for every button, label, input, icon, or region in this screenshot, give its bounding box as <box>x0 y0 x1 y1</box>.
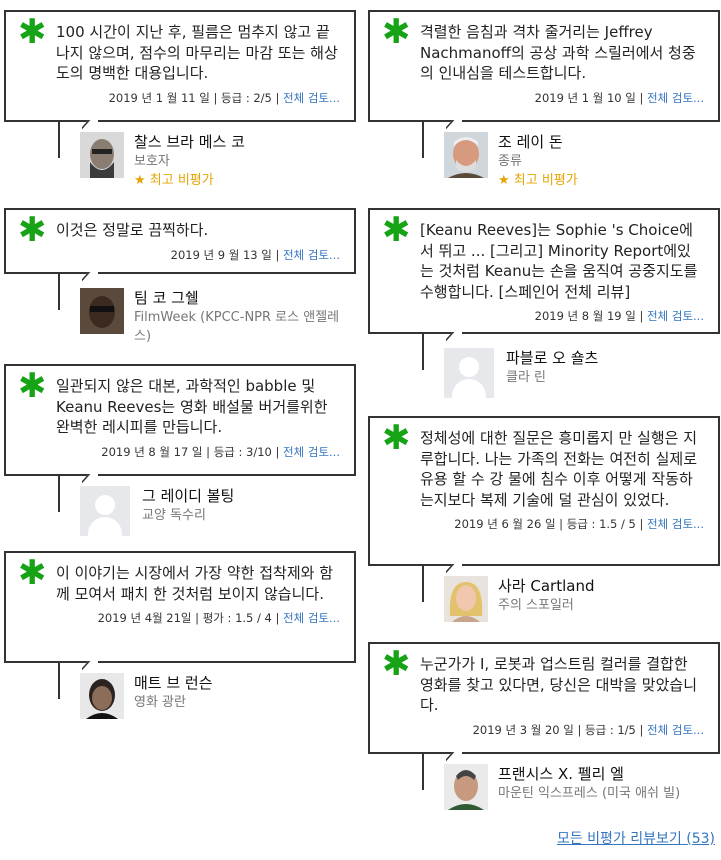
review-bubble: ✱ 격렬한 음침과 격차 줄거리는 Jeffrey Nachmanoff의 공상… <box>368 10 720 158</box>
full-review-link[interactable]: 전체 검토... <box>283 611 340 625</box>
review-meta: 2019 년 6 월 26 일 | 등급 : 1.5 / 5 | 전체 검토..… <box>454 517 704 531</box>
view-all-critic-reviews-link[interactable]: 모든 비평가 리뷰보기 (53) <box>557 828 715 848</box>
critic-publication[interactable]: 마운틴 익스프레스 (미국 애쉬 빌) <box>498 784 721 803</box>
critic-name[interactable]: 찰스 브라 메스 코 <box>134 132 354 152</box>
full-review-link[interactable]: 전체 검토... <box>283 248 340 262</box>
critic-avatar-placeholder[interactable] <box>444 348 494 398</box>
critic-name[interactable]: 그 레이디 볼팅 <box>142 486 362 506</box>
review-quote: 100 시간이 지난 후, 필름은 멈추지 않고 끝나지 않으며, 점수의 마무… <box>56 23 338 82</box>
review-date: 2019 년 9 월 13 일 <box>170 247 272 262</box>
critic-name[interactable]: 파블로 오 숄츠 <box>506 348 721 368</box>
review-bubble: ✱ 100 시간이 지난 후, 필름은 멈추지 않고 끝나지 않으며, 점수의 … <box>4 10 356 158</box>
fresh-splat-icon: ✱ <box>18 366 47 406</box>
review-count[interactable]: (53) <box>686 831 715 847</box>
review-date: 2019 년 6 월 26 일 <box>454 517 556 531</box>
critic-publication[interactable]: 클라 린 <box>506 368 721 387</box>
review-date: 2019 년 8 월 19 일 <box>534 309 636 323</box>
critic-avatar[interactable] <box>444 764 488 810</box>
review-meta: 2019 년 1 월 10 일 | 전체 검토... <box>534 90 704 105</box>
critic-name[interactable]: 매트 브 런슨 <box>134 673 354 693</box>
full-review-link[interactable]: 전체 검토... <box>283 91 340 105</box>
review-card: ✱ 이것은 정말로 끔찍하다. 2019 년 9 월 13 일 | 전체 검토.… <box>4 208 356 344</box>
critic-publication[interactable]: 종류 <box>498 152 718 171</box>
fresh-splat-icon: ✱ <box>18 210 47 250</box>
review-bubble: ✱ 일관되지 않은 대본, 과학적인 babble 및 Keanu Reeves… <box>4 364 356 512</box>
review-rating: 등급 : 1.5 / 5 <box>566 517 636 531</box>
fresh-splat-icon: ✱ <box>18 12 47 52</box>
review-bubble: ✱ 이 이야기는 시장에서 가장 약한 접착제와 함께 모여서 패치 한 것처럼… <box>4 551 356 699</box>
review-rating: 등급 : 1/5 <box>585 722 636 737</box>
full-review-link[interactable]: 전체 검토... <box>647 91 704 105</box>
review-card: ✱ 정체성에 대한 질문은 흥미롭지 만 실행은 지루합니다. 나는 가족의 전… <box>368 416 720 622</box>
review-card: ✱ 격렬한 음침과 격차 줄거리는 Jeffrey Nachmanoff의 공상… <box>368 10 720 188</box>
review-meta: 2019 년 4월 21일 | 평가 : 1.5 / 4 | 전체 검토... <box>97 611 340 625</box>
critic-avatar-placeholder[interactable] <box>80 486 130 536</box>
review-card: ✱ 일관되지 않은 대본, 과학적인 babble 및 Keanu Reeves… <box>4 364 356 536</box>
full-review-link[interactable]: 전체 검토... <box>647 309 704 323</box>
review-quote: 격렬한 음침과 격차 줄거리는 Jeffrey Nachmanoff의 공상 과… <box>420 23 696 82</box>
review-bubble: ✱ [Keanu Reeves]는 Sophie 's Choice에서 뛰고 … <box>368 208 720 370</box>
fresh-splat-icon: ✱ <box>382 418 411 458</box>
review-date: 2019 년 1 월 11 일 <box>108 90 210 105</box>
critic-publication[interactable]: 보호자 <box>134 152 354 171</box>
review-rating: 평가 : 1.5 / 4 <box>202 611 272 625</box>
critic-publication[interactable]: 영화 광란 <box>134 693 354 712</box>
review-quote: 누군가가 I, 로봇과 업스트림 컬러를 결합한 영화를 찾고 있다면, 당신은… <box>420 655 698 714</box>
critic-avatar[interactable] <box>80 132 124 178</box>
review-bubble: ✱ 누군가가 I, 로봇과 업스트림 컬러를 결합한 영화를 찾고 있다면, 당… <box>368 642 720 790</box>
review-meta: 2019 년 3 월 20 일 | 등급 : 1/5 | 전체 검토... <box>472 722 704 737</box>
fresh-splat-icon: ✱ <box>382 12 411 52</box>
review-bubble: ✱ 이것은 정말로 끔찍하다. 2019 년 9 월 13 일 | 전체 검토.… <box>4 208 356 310</box>
fresh-splat-icon: ✱ <box>382 210 411 250</box>
fresh-splat-icon: ✱ <box>382 644 411 684</box>
review-date: 2019 년 1 월 10 일 <box>534 90 636 105</box>
critic-name[interactable]: 팀 코 그쉘 <box>134 288 354 308</box>
review-meta: 2019 년 9 월 13 일 | 전체 검토... <box>170 247 340 262</box>
review-date: 2019 년 8 월 17 일 <box>101 444 203 459</box>
review-quote: 이것은 정말로 끔찍하다. <box>56 221 209 239</box>
critic-avatar[interactable] <box>444 576 488 622</box>
critic-avatar[interactable] <box>444 132 488 178</box>
critic-avatar[interactable] <box>80 288 124 334</box>
full-review-link[interactable]: 전체 검토... <box>647 517 704 531</box>
review-card: ✱ 100 시간이 지난 후, 필름은 멈추지 않고 끝나지 않으며, 점수의 … <box>4 10 356 188</box>
critic-publication[interactable]: FilmWeek (KPCC-NPR 로스 앤젤레스) <box>134 308 354 346</box>
top-critic-badge: ★ 최고 비평가 <box>134 173 214 188</box>
critic-name[interactable]: 사라 Cartland <box>498 576 718 596</box>
review-rating: 등급 : 2/5 <box>221 90 272 105</box>
review-meta: 2019 년 8 월 19 일 | 전체 검토... <box>534 309 704 323</box>
critic-publication[interactable]: 교양 독수리 <box>142 506 362 525</box>
review-quote: 이 이야기는 시장에서 가장 약한 접착제와 함께 모여서 패치 한 것처럼 보… <box>56 564 334 603</box>
review-meta: 2019 년 1 월 11 일 | 등급 : 2/5 | 전체 검토... <box>108 90 340 105</box>
review-bubble: ✱ 정체성에 대한 질문은 흥미롭지 만 실행은 지루합니다. 나는 가족의 전… <box>368 416 720 602</box>
full-review-link[interactable]: 전체 검토... <box>647 723 704 737</box>
critic-publication[interactable]: 주의 스포일러 <box>498 596 718 615</box>
review-quote: 일관되지 않은 대본, 과학적인 babble 및 Keanu Reeves는 … <box>56 377 328 436</box>
full-review-link[interactable]: 전체 검토... <box>283 445 340 459</box>
review-meta: 2019 년 8 월 17 일 | 등급 : 3/10 | 전체 검토... <box>101 444 340 459</box>
fresh-splat-icon: ✱ <box>18 553 47 593</box>
review-rating: 등급 : 3/10 <box>213 444 272 459</box>
view-all-label[interactable]: 모든 비평가 리뷰보기 <box>557 831 682 847</box>
review-quote: [Keanu Reeves]는 Sophie 's Choice에서 뛰고 ..… <box>420 221 698 301</box>
critic-name[interactable]: 프랜시스 X. 펠리 엘 <box>498 764 721 784</box>
review-date: 2019 년 4월 21일 <box>97 611 192 625</box>
review-date: 2019 년 3 월 20 일 <box>472 722 574 737</box>
top-critic-badge: ★ 최고 비평가 <box>498 173 578 188</box>
review-card: ✱ [Keanu Reeves]는 Sophie 's Choice에서 뛰고 … <box>368 208 720 398</box>
critic-name[interactable]: 조 레이 돈 <box>498 132 718 152</box>
review-card: ✱ 이 이야기는 시장에서 가장 약한 접착제와 함께 모여서 패치 한 것처럼… <box>4 551 356 719</box>
review-card: ✱ 누군가가 I, 로봇과 업스트림 컬러를 결합한 영화를 찾고 있다면, 당… <box>368 642 720 810</box>
critic-avatar[interactable] <box>80 673 124 719</box>
review-quote: 정체성에 대한 질문은 흥미롭지 만 실행은 지루합니다. 나는 가족의 전화는… <box>420 429 698 509</box>
